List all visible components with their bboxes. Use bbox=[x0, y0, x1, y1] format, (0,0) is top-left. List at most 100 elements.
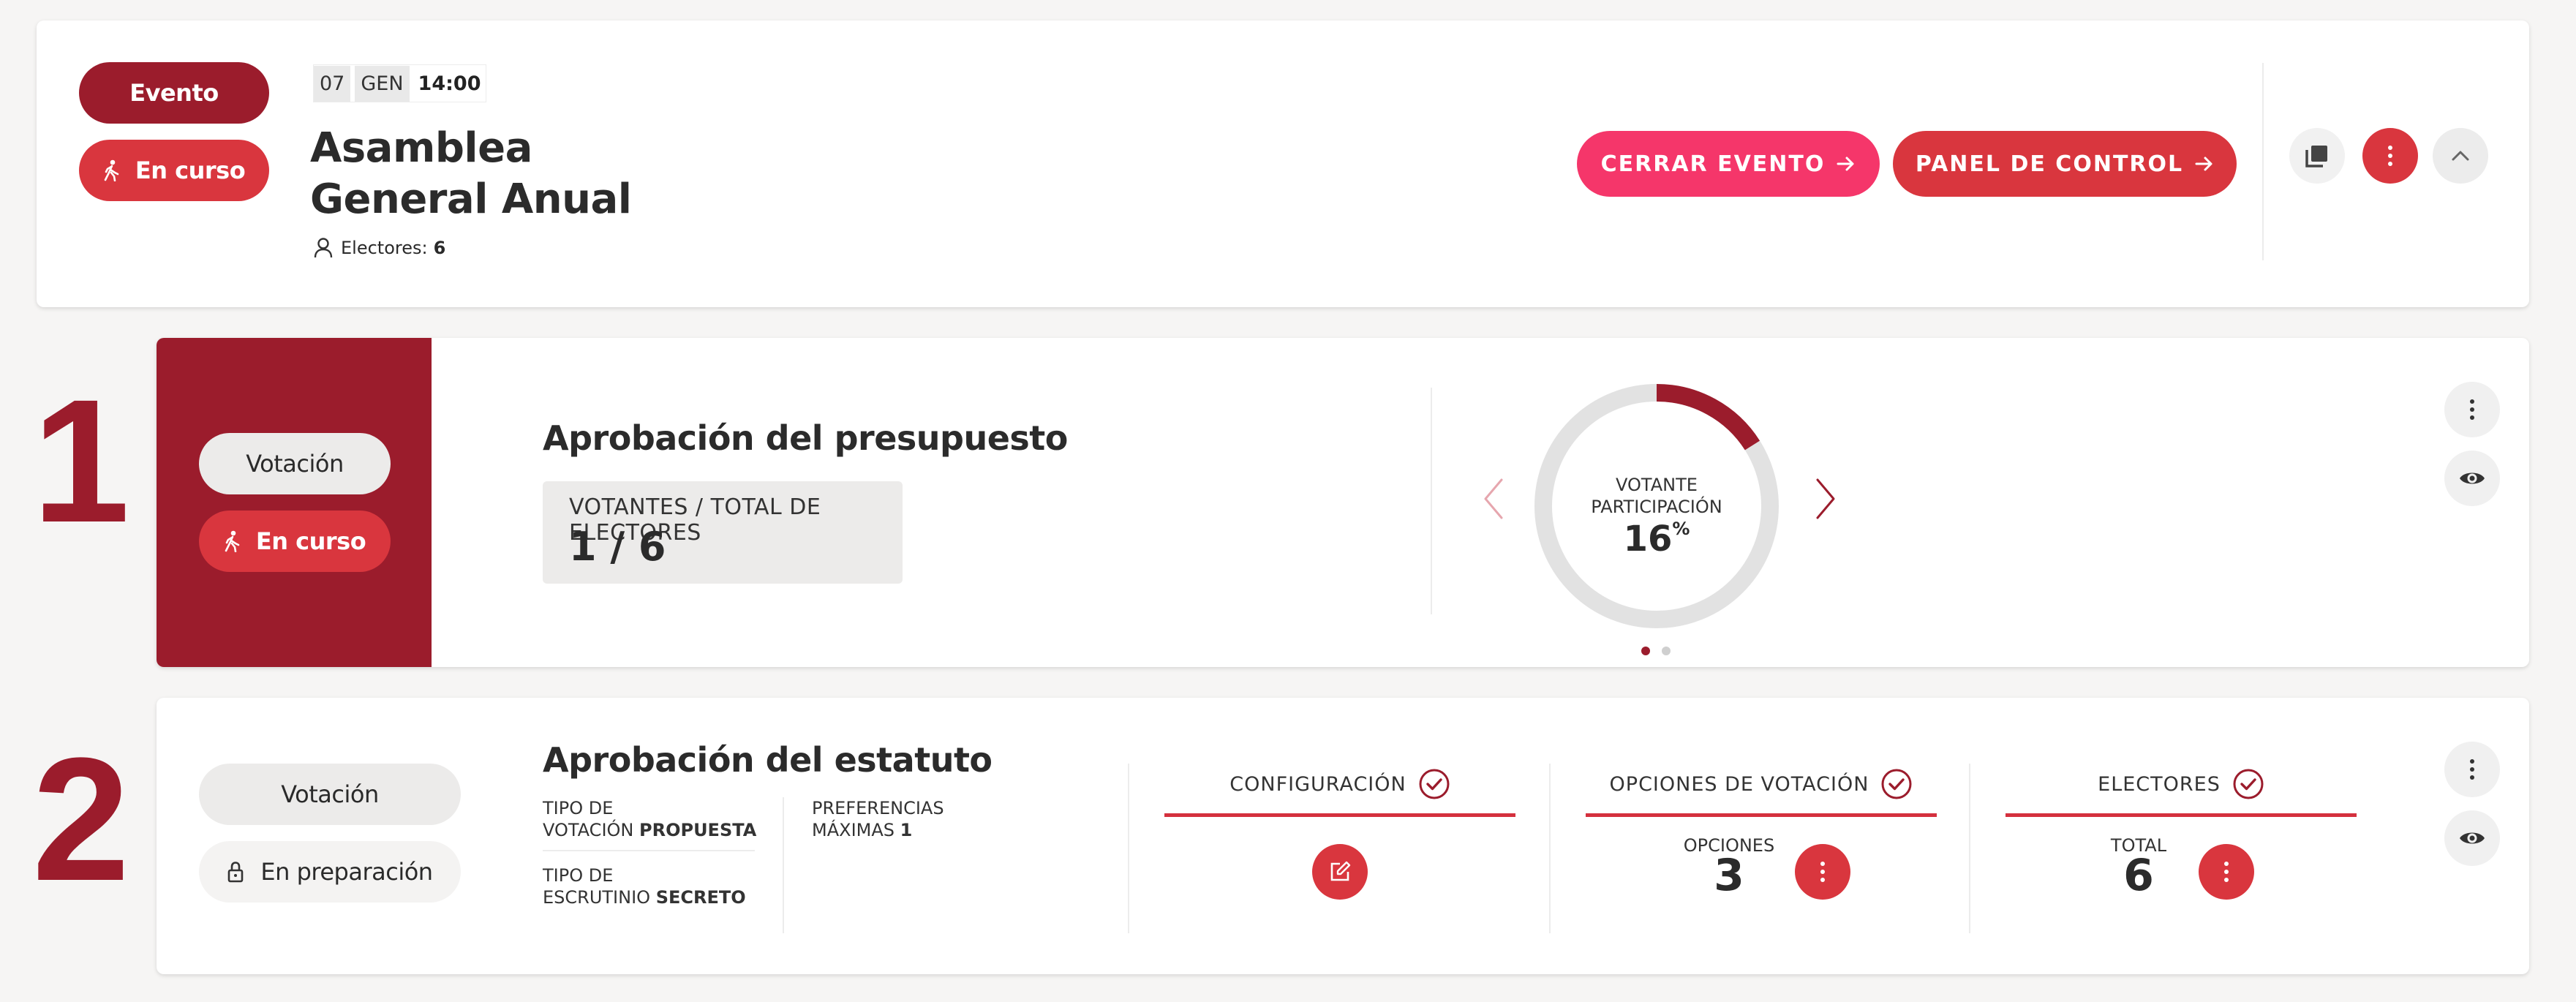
vote-2-scrutiny-type: TIPO DE ESCRUTINIO SECRETO bbox=[543, 864, 746, 908]
copy-icon bbox=[2305, 146, 2327, 167]
lock-icon bbox=[228, 862, 244, 883]
config-underline bbox=[1164, 813, 1515, 817]
vote-type-label-1: TIPO DE bbox=[543, 798, 614, 818]
control-panel-label: PANEL DE CONTROL bbox=[1915, 151, 2184, 177]
section-divider-3 bbox=[1969, 764, 1970, 933]
electors-more-button[interactable] bbox=[2199, 844, 2254, 900]
scrutiny-label-2: ESCRUTINIO bbox=[543, 887, 651, 908]
chevron-up-icon bbox=[2452, 151, 2469, 161]
check-circle-icon bbox=[1881, 769, 1912, 799]
event-date-time: 14:00 bbox=[418, 72, 481, 95]
carousel-dot-active[interactable] bbox=[1641, 647, 1650, 655]
section-divider-2 bbox=[1549, 764, 1551, 933]
vote-1-more-button[interactable] bbox=[2444, 382, 2500, 437]
eye-icon bbox=[2460, 472, 2485, 484]
vote-2-type-badge: Votación bbox=[199, 764, 461, 825]
vote-1-status-panel bbox=[157, 338, 432, 667]
more-vertical-icon bbox=[2388, 146, 2392, 166]
event-title-line1: Asamblea bbox=[310, 124, 532, 172]
chevron-right-icon bbox=[1816, 478, 1835, 519]
close-event-button[interactable]: CERRAR EVENTO bbox=[1577, 131, 1880, 197]
scrutiny-value: SECRETO bbox=[655, 887, 746, 908]
event-type-badge: Evento bbox=[79, 62, 269, 124]
arrow-right-icon bbox=[1837, 157, 1854, 171]
config-section-label: CONFIGURACIÓN bbox=[1164, 766, 1515, 802]
carousel-prev-button[interactable] bbox=[1472, 470, 1515, 528]
check-circle-icon bbox=[2233, 769, 2264, 799]
event-more-button[interactable] bbox=[2362, 128, 2418, 184]
more-vertical-icon bbox=[1820, 862, 1825, 882]
section-divider-1 bbox=[1128, 764, 1129, 933]
vote-2-type-label: Votación bbox=[281, 780, 379, 808]
participation-text: VOTANTE PARTICIPACIÓN 16% bbox=[1529, 378, 1785, 634]
vote-2-meta-divider bbox=[543, 850, 755, 851]
event-date: 07 GEN 14:00 bbox=[313, 64, 486, 102]
participation-label-1: VOTANTE bbox=[1616, 475, 1698, 495]
vote-card-2: Votación En preparación Aprobación del e… bbox=[157, 698, 2529, 974]
vote-1-view-button[interactable] bbox=[2444, 451, 2500, 506]
options-underline bbox=[1586, 813, 1937, 817]
vote-2-title: Aprobación del estatuto bbox=[543, 740, 993, 780]
event-electors-label: Electores: bbox=[341, 238, 428, 258]
arrow-right-icon bbox=[2195, 157, 2212, 171]
event-title-line2: General Anual bbox=[310, 176, 632, 223]
vote-2-max-prefs: PREFERENCIAS MÁXIMAS 1 bbox=[812, 797, 944, 841]
prefs-label-1: PREFERENCIAS bbox=[812, 798, 944, 818]
more-vertical-icon bbox=[2224, 862, 2229, 882]
vote-1-status-badge: En curso bbox=[199, 511, 391, 572]
vote-type-label-2: VOTACIÓN bbox=[543, 820, 634, 840]
event-card: Evento En curso 07 GEN 14:00 Asamblea Ge… bbox=[37, 20, 2529, 307]
vote-1-type-label: Votación bbox=[246, 450, 344, 478]
vote-2-view-button[interactable] bbox=[2444, 810, 2500, 866]
vote-2-vote-type: TIPO DE VOTACIÓN PROPUESTA bbox=[543, 797, 756, 841]
edit-icon bbox=[1330, 861, 1351, 881]
vote-card-1: Votación En curso Aprobación del presupu… bbox=[157, 338, 2529, 667]
options-count: 3 bbox=[1714, 850, 1744, 901]
participation-number: 16 bbox=[1623, 519, 1673, 560]
event-status-label: En curso bbox=[135, 157, 246, 184]
vote-1-voters-value: 1 / 6 bbox=[569, 524, 666, 570]
prefs-label-2: MÁXIMAS bbox=[812, 820, 895, 840]
event-electors-count: 6 bbox=[433, 238, 446, 258]
walking-icon bbox=[225, 530, 240, 552]
copy-button[interactable] bbox=[2289, 128, 2345, 184]
vote-2-status-label: En preparación bbox=[260, 858, 433, 886]
event-date-day: 07 bbox=[314, 65, 351, 102]
options-label: OPCIONES DE VOTACIÓN bbox=[1609, 772, 1869, 796]
walking-icon bbox=[104, 159, 119, 181]
carousel-dot[interactable] bbox=[1662, 647, 1671, 655]
header-divider bbox=[2262, 63, 2264, 260]
event-title: Asamblea General Anual bbox=[310, 123, 632, 225]
control-panel-button[interactable]: PANEL DE CONTROL bbox=[1893, 131, 2237, 197]
check-circle-icon bbox=[1419, 769, 1450, 799]
event-date-month: GEN bbox=[355, 65, 410, 102]
vote-2-meta-vdivider bbox=[783, 797, 784, 933]
config-edit-button[interactable] bbox=[1312, 844, 1368, 900]
person-icon bbox=[314, 238, 333, 258]
collapse-button[interactable] bbox=[2433, 128, 2488, 184]
participation-unit: % bbox=[1672, 519, 1690, 539]
vote-1-voters-box: VOTANTES / TOTAL DE ELECTORES 1 / 6 bbox=[543, 481, 903, 584]
chevron-left-icon bbox=[1484, 478, 1503, 519]
options-more-button[interactable] bbox=[1795, 844, 1850, 900]
vote-number-2: 2 bbox=[32, 721, 130, 917]
event-electors: Electores: 6 bbox=[313, 237, 445, 259]
vote-2-status-badge: En preparación bbox=[199, 841, 461, 903]
participation-value: 16% bbox=[1529, 519, 1785, 560]
electors-label: ELECTORES bbox=[2098, 772, 2221, 796]
electors-underline bbox=[2006, 813, 2357, 817]
eye-icon bbox=[2460, 832, 2485, 844]
participation-label-2: PARTICIPACIÓN bbox=[1591, 497, 1722, 517]
vote-1-type-badge: Votación bbox=[199, 433, 391, 494]
electors-section-label: ELECTORES bbox=[2006, 766, 2357, 802]
vote-1-title: Aprobación del presupuesto bbox=[543, 418, 1068, 458]
vote-2-more-button[interactable] bbox=[2444, 742, 2500, 797]
vote-type-value: PROPUESTA bbox=[639, 820, 757, 840]
event-type-label: Evento bbox=[129, 79, 219, 107]
vote-1-divider bbox=[1431, 388, 1432, 614]
more-vertical-icon bbox=[2470, 399, 2474, 420]
carousel-next-button[interactable] bbox=[1804, 470, 1848, 528]
close-event-label: CERRAR EVENTO bbox=[1600, 151, 1826, 177]
prefs-value: 1 bbox=[900, 820, 913, 840]
config-label: CONFIGURACIÓN bbox=[1229, 772, 1406, 796]
